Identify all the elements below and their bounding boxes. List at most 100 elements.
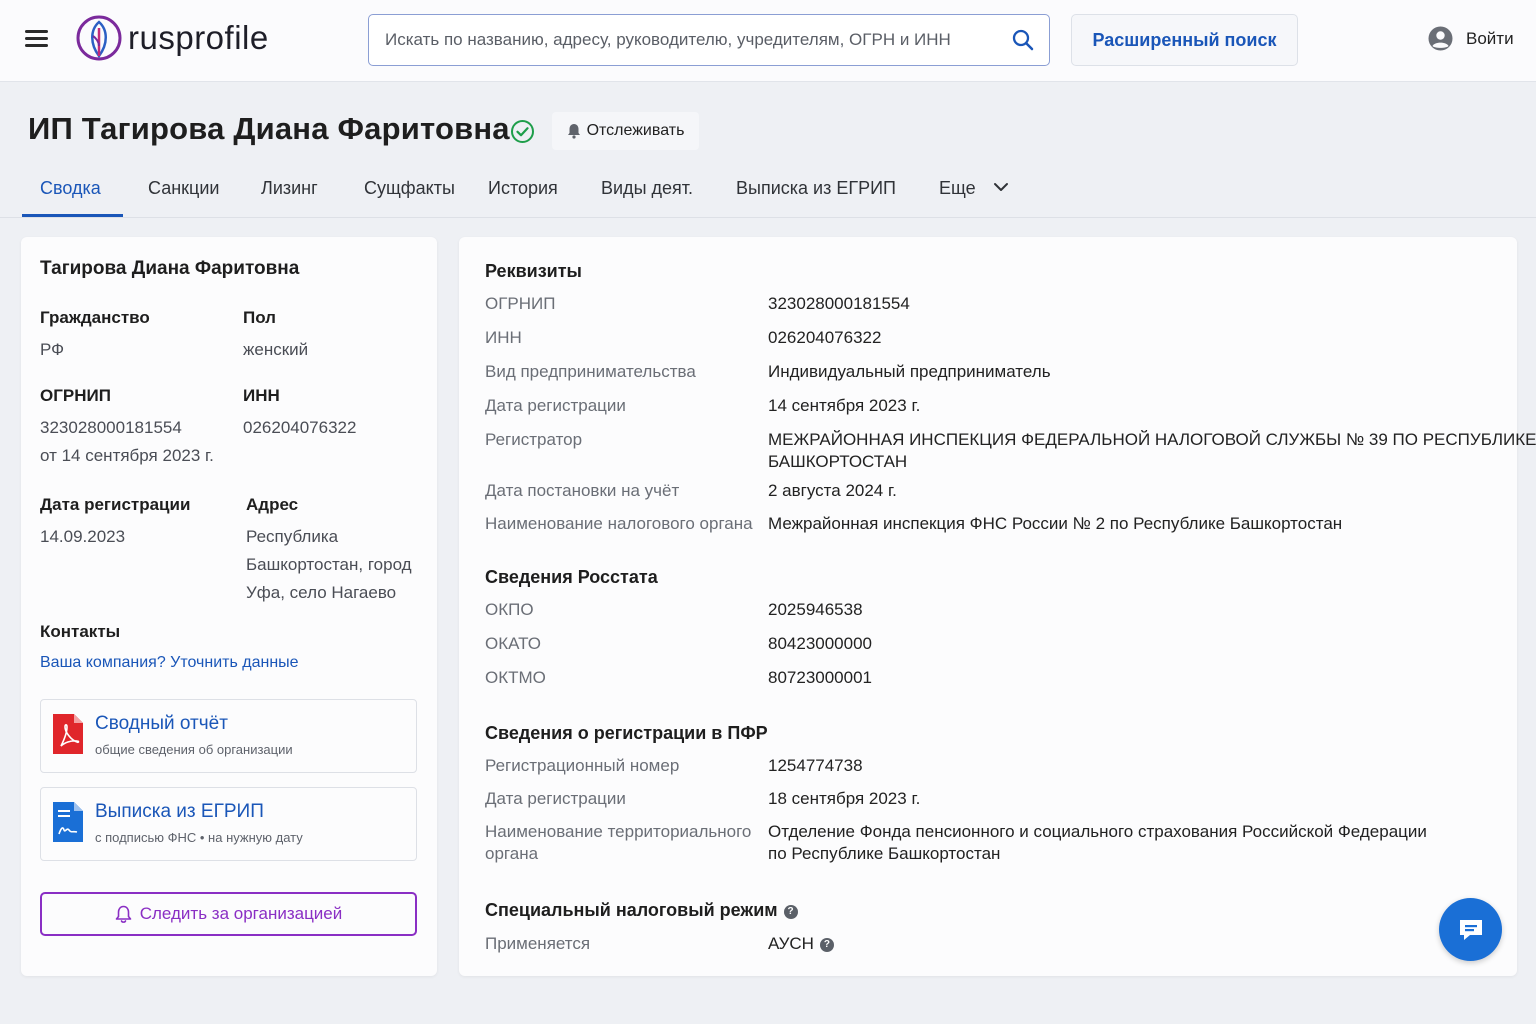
requisite-key: ИНН <box>485 328 522 347</box>
login-button[interactable]: Войти <box>1428 26 1514 51</box>
chat-button[interactable] <box>1439 898 1502 961</box>
address-line: Уфа, село Нагаево <box>246 583 397 602</box>
address-line: Башкортостан, город <box>246 555 412 574</box>
pfr-key: органа <box>485 844 539 863</box>
advanced-search-button[interactable]: Расширенный поиск <box>1071 14 1298 66</box>
logo[interactable]: rusprofile <box>76 14 269 62</box>
tab-summary[interactable]: Сводка <box>40 178 101 199</box>
details-card: Реквизиты ОГРНИП 323028000181554 ИНН 026… <box>459 237 1536 976</box>
tax-regime-title-text: Специальный налоговый режим <box>485 900 778 920</box>
clarify-data-link[interactable]: Ваша компания? Уточнить данные <box>40 654 299 672</box>
rosstat-value: 80723000001 <box>768 668 873 687</box>
pfr-value: по Республике Башкортостан <box>768 844 1001 863</box>
rosstat-value: 2025946538 <box>768 600 863 619</box>
pfr-value: 18 сентября 2023 г. <box>768 789 921 808</box>
rosstat-value: 80423000000 <box>768 634 873 653</box>
document-icon <box>53 802 83 842</box>
page-title: ИП Тагирова Диана Фаритовна <box>28 111 510 146</box>
requisite-value: 14 сентября 2023 г. <box>768 396 921 415</box>
requisite-value: 2 августа 2024 г. <box>768 481 897 500</box>
requisite-value: Межрайонная инспекция ФНС России № 2 по … <box>768 514 1343 533</box>
track-label: Отслеживать <box>586 122 685 139</box>
follow-label: Следить за организацией <box>139 904 343 923</box>
pfr-key: Регистрационный номер <box>485 756 680 775</box>
person-name: Тагирова Диана Фаритовна <box>40 258 300 279</box>
requisite-value: Индивидуальный предприниматель <box>768 362 1051 381</box>
pfr-value: Отделение Фонда пенсионного и социальног… <box>768 822 1427 841</box>
chevron-down-icon <box>993 183 1008 191</box>
summary-report-button[interactable]: Сводный отчёт общие сведения об организа… <box>40 699 417 773</box>
tax-regime-key: Применяется <box>485 934 591 953</box>
bell-icon <box>567 124 580 139</box>
tab-history[interactable]: История <box>488 178 558 199</box>
pdf-icon <box>53 714 83 754</box>
rosstat-title: Сведения Росстата <box>485 567 658 587</box>
contacts-label: Контакты <box>40 622 121 641</box>
pfr-key: Наименование территориального <box>485 822 752 841</box>
requisite-key: Дата регистрации <box>485 396 626 415</box>
address-line: Республика <box>246 527 339 546</box>
search-icon[interactable] <box>1011 28 1035 52</box>
summary-report-subtitle: общие сведения об организации <box>95 742 293 757</box>
citizenship-label: Гражданство <box>40 308 150 327</box>
gender-label: Пол <box>243 308 276 327</box>
tab-bar: Сводка Санкции Лизинг Сущфакты История В… <box>0 168 1536 218</box>
requisite-key: Дата постановки на учёт <box>485 481 680 500</box>
rosstat-key: ОКПО <box>485 600 534 619</box>
chat-icon <box>1459 919 1482 940</box>
tab-facts[interactable]: Сущфакты <box>364 178 455 199</box>
pfr-title: Сведения о регистрации в ПФР <box>485 723 768 743</box>
ogrnip-date: от 14 сентября 2023 г. <box>40 446 214 465</box>
tax-regime-value: АУСН? <box>768 933 834 955</box>
logo-icon <box>76 15 122 61</box>
pfr-key: Дата регистрации <box>485 789 626 808</box>
rosstat-key: ОКТМО <box>485 668 546 687</box>
summary-card: Тагирова Диана Фаритовна Гражданство РФ … <box>21 237 437 976</box>
menu-icon[interactable] <box>25 28 48 48</box>
tax-regime-title: Специальный налоговый режим? <box>485 900 798 921</box>
requisite-key: ОГРНИП <box>485 294 556 313</box>
help-icon[interactable]: ? <box>783 905 798 919</box>
top-header: rusprofile Расширенный поиск Войти <box>0 0 1536 82</box>
tab-more[interactable]: Еще <box>939 178 1009 199</box>
tab-activities[interactable]: Виды деят. <box>601 178 693 199</box>
citizenship-value: РФ <box>40 340 65 359</box>
inn-value: 026204076322 <box>243 418 357 437</box>
tab-sanctions[interactable]: Санкции <box>148 178 219 199</box>
tab-egrip-extract[interactable]: Выписка из ЕГРИП <box>736 178 896 199</box>
bell-icon <box>115 905 132 923</box>
requisite-value: БАШКОРТОСТАН <box>768 452 908 471</box>
logo-text: rusprofile <box>128 19 269 56</box>
requisite-key: Вид предпринимательства <box>485 362 696 381</box>
rosstat-key: ОКАТО <box>485 634 541 653</box>
requisite-value: 323028000181554 <box>768 294 910 313</box>
tax-regime-value-text: АУСН <box>768 934 814 953</box>
requisites-title: Реквизиты <box>485 261 582 281</box>
login-label: Войти <box>1466 28 1514 48</box>
ogrnip-label: ОГРНИП <box>40 386 111 405</box>
egrip-extract-subtitle: с подписью ФНС • на нужную дату <box>95 830 303 845</box>
tab-more-label: Еще <box>939 178 976 198</box>
regdate-label: Дата регистрации <box>40 495 191 514</box>
active-tab-indicator <box>22 214 123 217</box>
user-icon <box>1428 26 1453 51</box>
ogrnip-value: 323028000181554 <box>40 418 182 437</box>
follow-organization-button[interactable]: Следить за организацией <box>40 892 417 936</box>
requisite-value: МЕЖРАЙОННАЯ ИНСПЕКЦИЯ ФЕДЕРАЛЬНОЙ НАЛОГО… <box>768 430 1536 449</box>
inn-label: ИНН <box>243 386 280 405</box>
check-circle-icon <box>511 120 534 143</box>
requisite-key: Наименование налогового органа <box>485 514 753 533</box>
search-box <box>368 14 1050 66</box>
summary-report-title: Сводный отчёт <box>95 713 228 734</box>
gender-value: женский <box>243 340 309 359</box>
help-icon[interactable]: ? <box>819 938 834 952</box>
egrip-extract-title: Выписка из ЕГРИП <box>95 801 264 822</box>
track-button[interactable]: Отслеживать <box>552 112 699 150</box>
pfr-value: 1254774738 <box>768 756 863 775</box>
tab-leasing[interactable]: Лизинг <box>261 178 318 199</box>
egrip-extract-button[interactable]: Выписка из ЕГРИП с подписью ФНС • на нуж… <box>40 787 417 861</box>
regdate-value: 14.09.2023 <box>40 527 126 546</box>
requisite-value: 026204076322 <box>768 328 882 347</box>
search-input[interactable] <box>385 15 1005 64</box>
address-label: Адрес <box>246 495 299 514</box>
